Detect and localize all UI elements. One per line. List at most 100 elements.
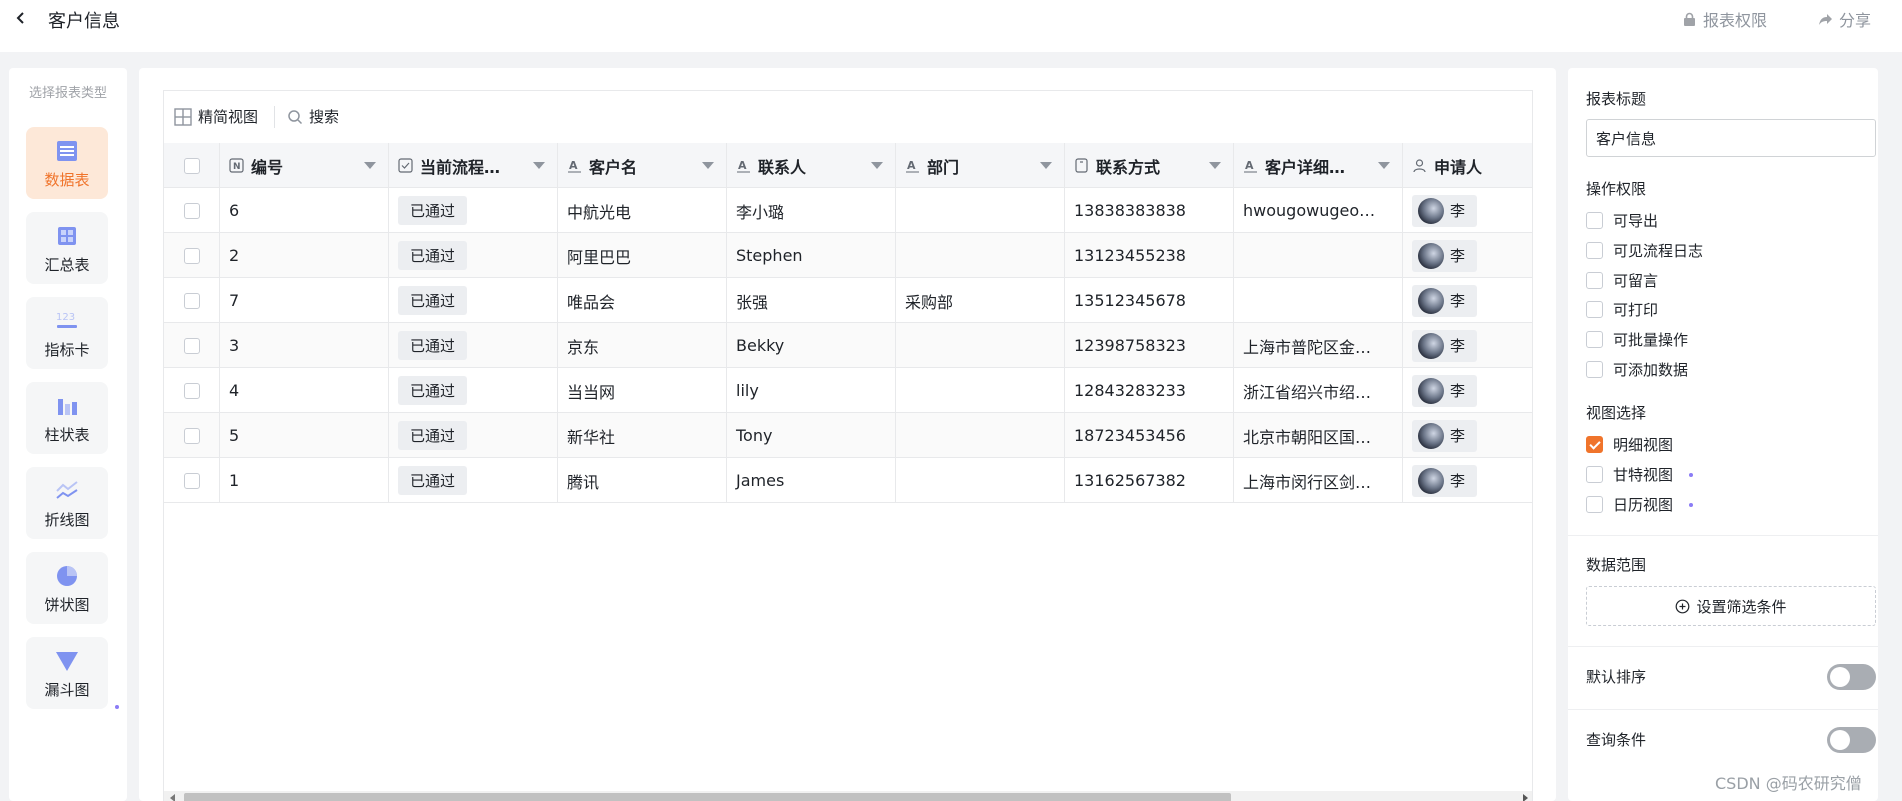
svg-text:A: A — [738, 159, 747, 172]
table-row[interactable]: 2 已通过 阿里巴巴 Stephen 13123455238 李 — [164, 233, 1532, 278]
checkbox[interactable] — [1586, 242, 1603, 259]
checkbox[interactable] — [1586, 496, 1603, 513]
default-sort-toggle[interactable] — [1827, 664, 1876, 690]
checkbox[interactable] — [1586, 272, 1603, 289]
column-menu-caret-icon[interactable] — [364, 162, 376, 169]
permission-print-checkbox[interactable]: 可打印 — [1586, 299, 1658, 320]
row-checkbox[interactable] — [183, 427, 200, 444]
share-button[interactable]: 分享 — [1818, 7, 1871, 31]
scroll-right-arrow-icon[interactable] — [1523, 794, 1528, 801]
column-menu-caret-icon[interactable] — [702, 162, 714, 169]
view-gantt-checkbox[interactable]: 甘特视图 — [1586, 464, 1694, 485]
applicant-name: 李 — [1450, 202, 1466, 220]
view-detail-checkbox[interactable]: 明细视图 — [1586, 434, 1673, 455]
cell-status: 已通过 — [389, 188, 558, 233]
watermark-text: CSDN @码农研究僧 — [1715, 774, 1862, 793]
table-row[interactable]: 4 已通过 当当网 lily 12843283233 浙江省绍兴市绍兴… 李 — [164, 368, 1532, 413]
column-menu-caret-icon[interactable] — [871, 162, 883, 169]
permission-add-data-checkbox[interactable]: 可添加数据 — [1586, 359, 1688, 380]
applicant-chip[interactable]: 李 — [1412, 194, 1478, 227]
applicant-chip[interactable]: 李 — [1412, 284, 1478, 317]
checkbox[interactable] — [1586, 361, 1603, 378]
applicant-chip[interactable]: 李 — [1412, 374, 1478, 407]
cell-department — [896, 368, 1065, 413]
column-header-label: 联系人 — [758, 157, 807, 177]
row-select-cell — [164, 368, 220, 413]
cell-id: 7 — [220, 278, 389, 323]
report-title-input[interactable]: 客户信息 — [1586, 119, 1876, 157]
chart-type-table[interactable]: 数据表 — [26, 127, 108, 199]
table-row[interactable]: 1 已通过 腾讯 James 13162567382 上海市闵行区剑川… 李 — [164, 458, 1532, 503]
chart-type-summary[interactable]: 汇总表 — [26, 212, 108, 284]
status-badge: 已通过 — [398, 421, 468, 450]
applicant-chip[interactable]: 李 — [1412, 464, 1478, 497]
select-all-checkbox[interactable] — [183, 157, 200, 174]
set-filter-button[interactable]: 设置筛选条件 — [1586, 586, 1876, 626]
column-header-customer[interactable]: A 客户名 — [558, 143, 727, 188]
column-header-status[interactable]: 当前流程… — [389, 143, 558, 188]
funnel-chart-icon — [56, 652, 78, 671]
applicant-chip[interactable]: 李 — [1412, 329, 1478, 362]
scrollbar-thumb[interactable] — [184, 793, 1231, 801]
row-checkbox[interactable] — [183, 247, 200, 264]
detail-text: 浙江省绍兴市绍兴… — [1243, 382, 1385, 402]
row-checkbox[interactable] — [183, 472, 200, 489]
column-header-detail[interactable]: A 客户详细… — [1234, 143, 1403, 188]
column-header-phone[interactable]: 联系方式 — [1065, 143, 1234, 188]
checkbox[interactable] — [1586, 466, 1603, 483]
column-header-applicant[interactable]: 申请人 — [1403, 143, 1532, 188]
compact-view-button[interactable]: 精简视图 — [174, 106, 258, 127]
view-select-label: 视图选择 — [1586, 404, 1647, 422]
permission-comment-checkbox[interactable]: 可留言 — [1586, 270, 1658, 291]
row-checkbox[interactable] — [183, 202, 200, 219]
avatar — [1418, 332, 1444, 359]
section-divider — [1568, 709, 1878, 710]
chart-type-pie[interactable]: 饼状图 — [26, 552, 108, 624]
permission-export-checkbox[interactable]: 可导出 — [1586, 210, 1658, 231]
permission-batch-checkbox[interactable]: 可批量操作 — [1586, 329, 1688, 350]
report-permissions-button[interactable]: 报表权限 — [1682, 7, 1767, 31]
column-header-contact[interactable]: A 联系人 — [727, 143, 896, 188]
chart-type-line[interactable]: 折线图 — [26, 467, 108, 539]
cell-status: 已通过 — [389, 413, 558, 458]
detail-text: 北京市朝阳区国北… — [1243, 427, 1385, 447]
table-row[interactable]: 6 已通过 中航光电 李小璐 13838383838 hwougowugeoue… — [164, 188, 1532, 233]
share-label: 分享 — [1839, 11, 1872, 30]
back-arrow-icon[interactable] — [12, 9, 30, 27]
column-header-id[interactable]: N 编号 — [220, 143, 389, 188]
chart-type-metric-card[interactable]: 123 指标卡 — [26, 297, 108, 369]
row-checkbox[interactable] — [183, 292, 200, 309]
row-checkbox[interactable] — [183, 382, 200, 399]
table-row[interactable]: 7 已通过 唯品会 张强 采购部 13512345678 李 — [164, 278, 1532, 323]
chart-type-label: 柱状表 — [44, 426, 90, 444]
applicant-chip[interactable]: 李 — [1412, 239, 1478, 272]
scroll-left-arrow-icon[interactable] — [170, 794, 175, 801]
checkbox[interactable] — [1586, 212, 1603, 229]
column-menu-caret-icon[interactable] — [1209, 162, 1221, 169]
checkbox-checked[interactable] — [1586, 436, 1603, 453]
query-condition-toggle[interactable] — [1827, 727, 1876, 753]
applicant-chip[interactable]: 李 — [1412, 419, 1478, 452]
column-menu-caret-icon[interactable] — [1378, 162, 1390, 169]
row-select-cell — [164, 233, 220, 278]
table-row[interactable]: 5 已通过 新华社 Tony 18723453456 北京市朝阳区国北… 李 — [164, 413, 1532, 458]
table-row[interactable]: 3 已通过 京东 Bekky 12398758323 上海市普陀区金山… 李 — [164, 323, 1532, 368]
column-menu-caret-icon[interactable] — [1040, 162, 1052, 169]
checkbox[interactable] — [1586, 331, 1603, 348]
view-calendar-checkbox[interactable]: 日历视图 — [1586, 494, 1694, 515]
checkbox[interactable] — [1586, 301, 1603, 318]
cell-applicant: 李 — [1403, 413, 1532, 458]
column-header-department[interactable]: A 部门 — [896, 143, 1065, 188]
horizontal-scrollbar[interactable] — [164, 791, 1532, 801]
chart-type-bar[interactable]: 柱状表 — [26, 382, 108, 454]
chart-type-funnel[interactable]: 漏斗图 — [26, 637, 108, 709]
row-checkbox[interactable] — [183, 337, 200, 354]
permission-flow-log-checkbox[interactable]: 可见流程日志 — [1586, 240, 1703, 261]
pie-chart-icon — [57, 566, 77, 586]
column-menu-caret-icon[interactable] — [533, 162, 545, 169]
avatar — [1418, 467, 1444, 494]
status-badge: 已通过 — [398, 241, 468, 270]
default-sort-label: 默认排序 — [1586, 668, 1647, 686]
svg-text:A: A — [1245, 159, 1254, 172]
search-button[interactable]: 搜索 — [287, 106, 339, 127]
